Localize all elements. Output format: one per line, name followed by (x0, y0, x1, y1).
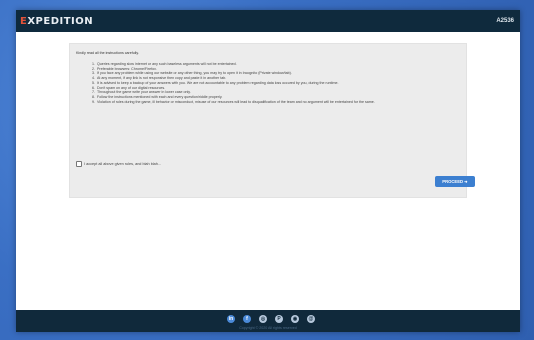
rules-panel: Kindly read all the instructions careful… (69, 43, 475, 198)
team-id: A2536 (496, 18, 514, 24)
accept-rules-checkbox[interactable] (76, 161, 82, 167)
browser-page: EXPEDITION A2536 Kindly read all the ins… (16, 10, 520, 332)
linkedin-icon[interactable]: in (227, 315, 235, 323)
email-icon[interactable]: @ (307, 315, 315, 323)
rules-list: Queries regarding slow internet or any s… (88, 62, 464, 104)
rules-intro: Kindly read all the instructions careful… (76, 51, 139, 55)
social-links: in f ◎ P ◉ @ (227, 315, 315, 323)
website-icon[interactable]: ◉ (291, 315, 299, 323)
proceed-button[interactable]: PROCEED ➜ (435, 176, 475, 187)
rule-item: Violation of rules during the game, ill … (96, 100, 464, 105)
footer: in f ◎ P ◉ @ Copyright © 2020 All rights… (16, 310, 520, 332)
brand-rest: XPEDITION (27, 15, 94, 27)
instagram-icon[interactable]: ◎ (259, 315, 267, 323)
accept-rules-label[interactable]: I accept all above given rules, and blah… (84, 162, 161, 166)
accept-rules-row[interactable]: I accept all above given rules, and blah… (76, 161, 161, 167)
copyright-text: Copyright © 2020 All rights reserved (239, 326, 297, 330)
brand-logo[interactable]: EXPEDITION (20, 16, 93, 27)
facebook-icon[interactable]: f (243, 315, 251, 323)
pinterest-icon[interactable]: P (275, 315, 283, 323)
top-navbar: EXPEDITION A2536 (16, 10, 520, 32)
